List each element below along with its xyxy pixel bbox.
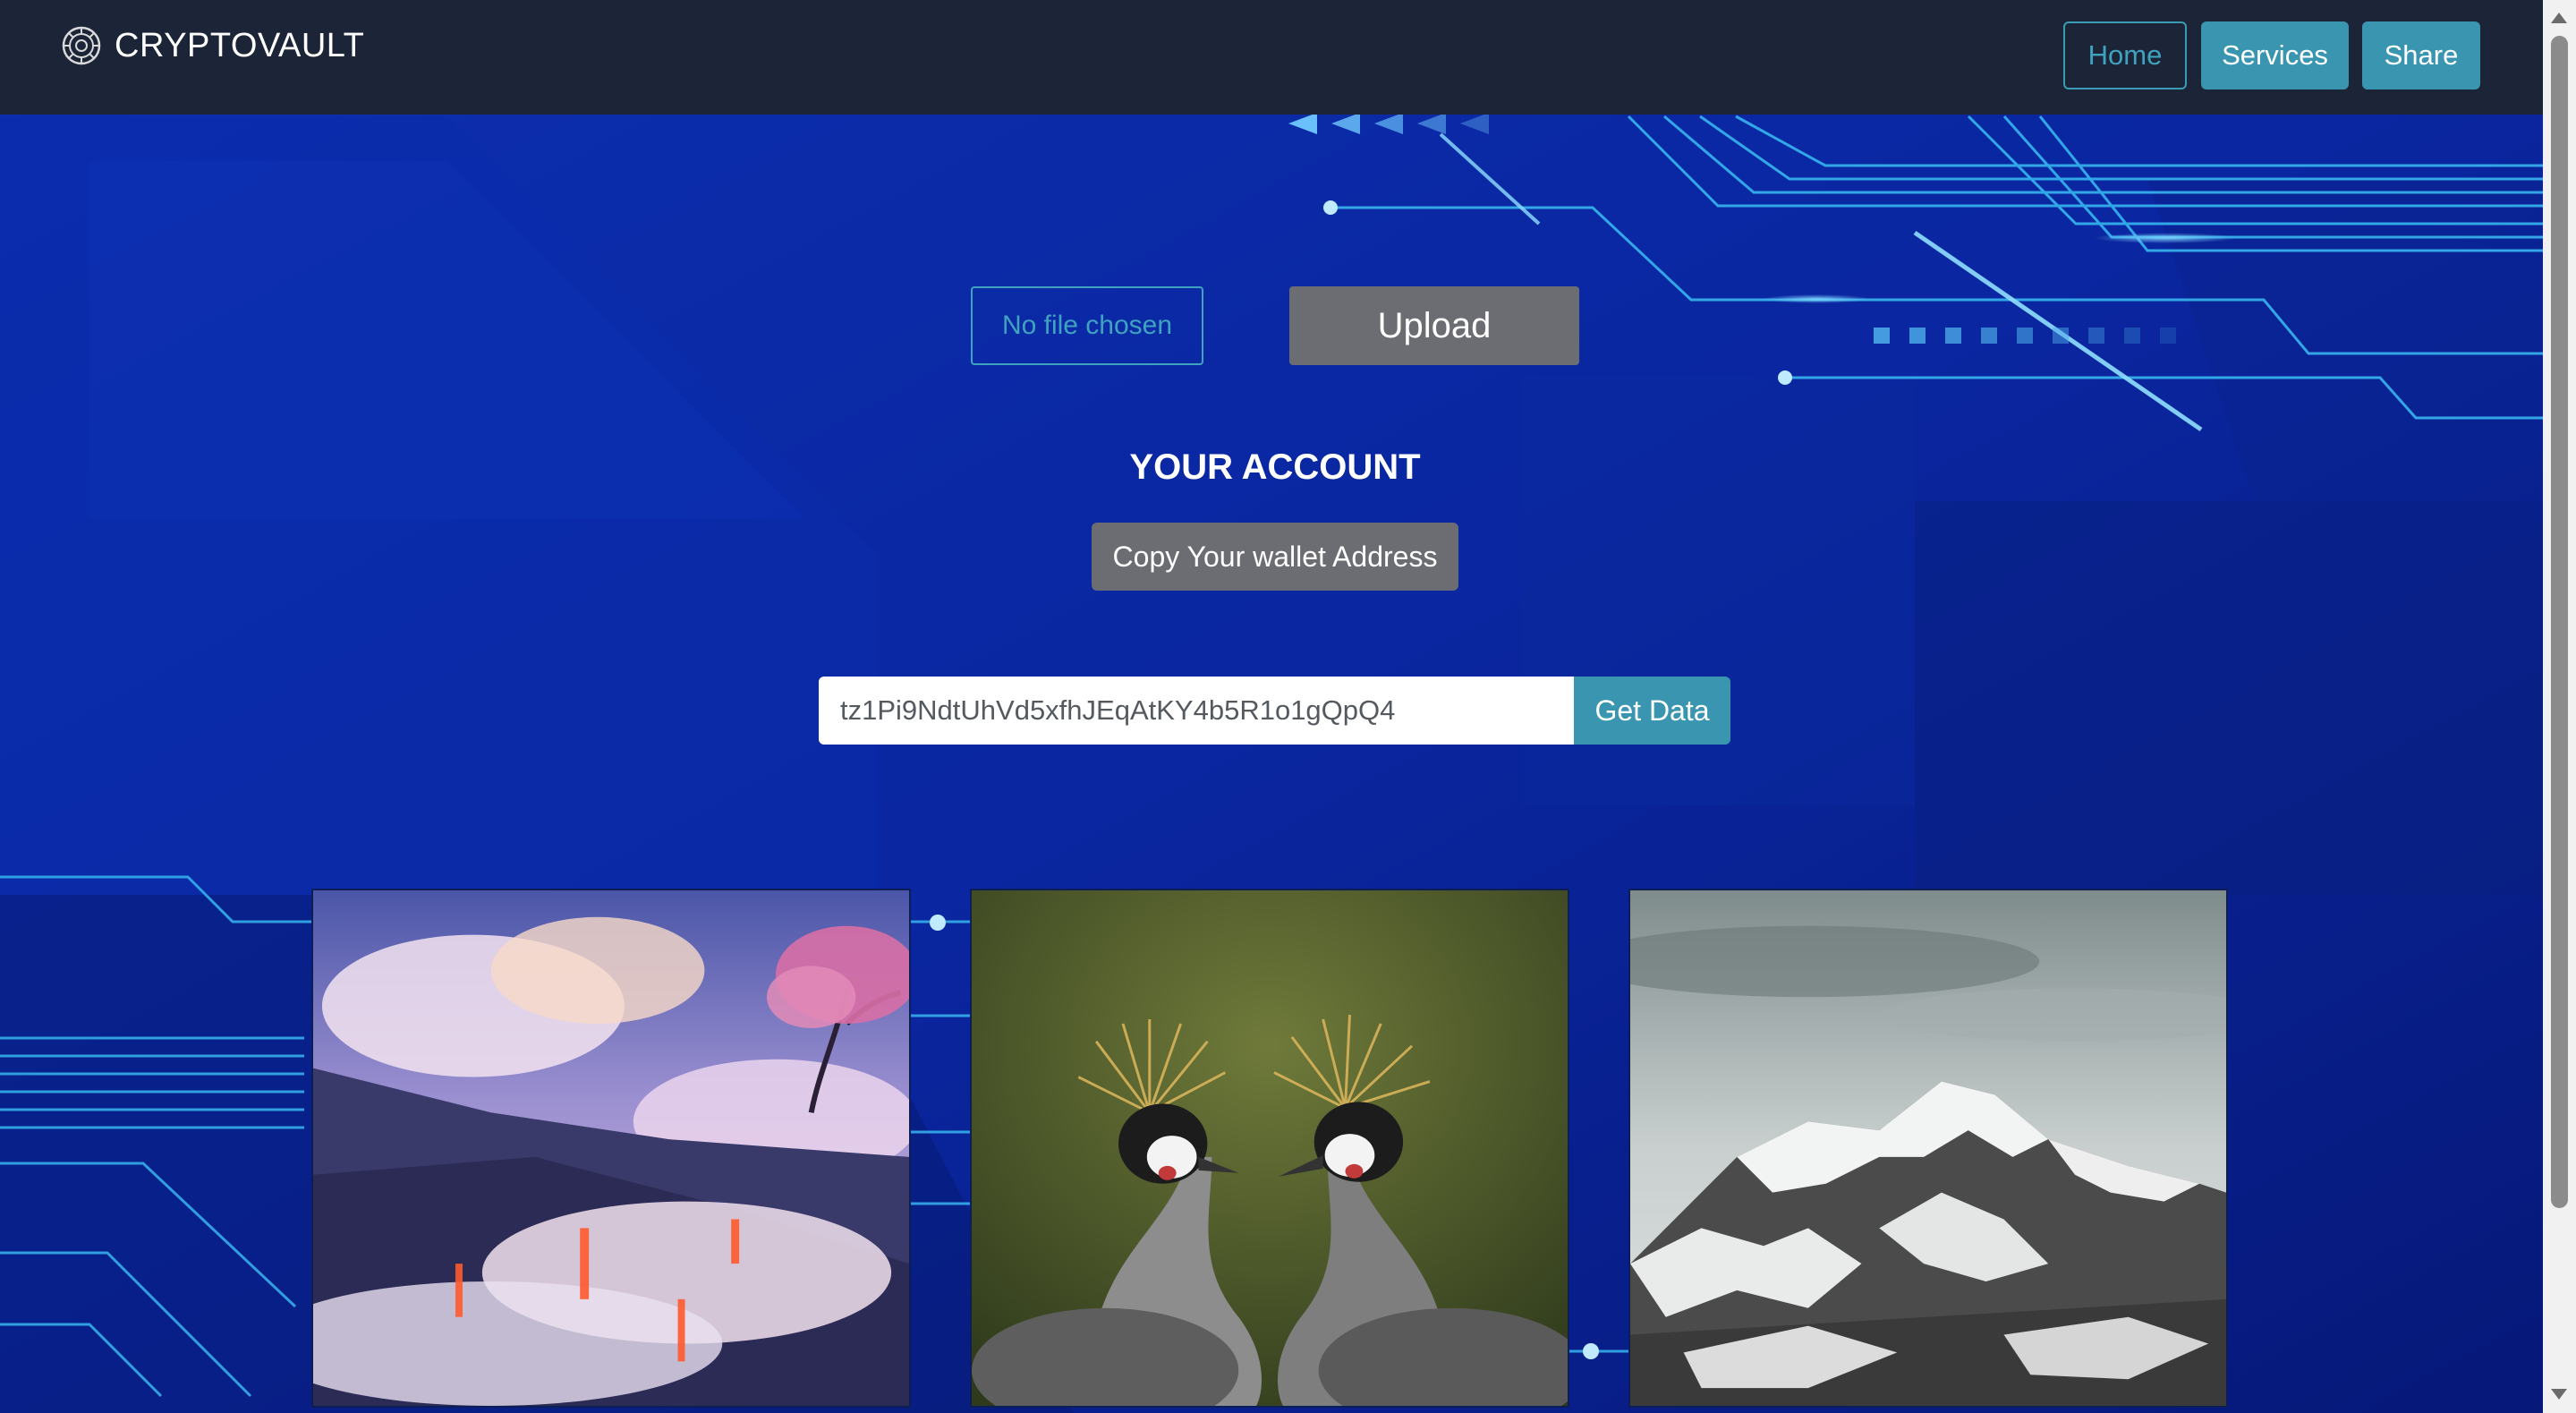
- nav-home-button[interactable]: Home: [2063, 21, 2187, 89]
- crowned-cranes-art: [972, 890, 1568, 1406]
- crowned-cranes-image[interactable]: [970, 889, 1569, 1408]
- copy-wallet-address-button[interactable]: Copy Your wallet Address: [1092, 523, 1458, 591]
- nav-share-button[interactable]: Share: [2362, 21, 2480, 89]
- snowy-mountain-art: [1630, 890, 2226, 1406]
- page: CRYPTOVAULT Home Services Share No file …: [0, 0, 2576, 1413]
- brand[interactable]: CRYPTOVAULT: [61, 25, 364, 66]
- snowy-mountain-image[interactable]: [1628, 889, 2228, 1408]
- brand-name: CRYPTOVAULT: [115, 26, 365, 64]
- file-chooser-input[interactable]: No file chosen: [971, 286, 1203, 365]
- page-scrollbar[interactable]: [2543, 0, 2576, 1413]
- scroll-down-icon[interactable]: [2551, 1389, 2567, 1400]
- get-data-button[interactable]: Get Data: [1574, 677, 1730, 745]
- scrollbar-thumb[interactable]: [2551, 36, 2568, 1208]
- vault-logo-icon: [62, 26, 101, 65]
- account-heading: YOUR ACCOUNT: [1129, 447, 1421, 487]
- wallet-address-input[interactable]: tz1Pi9NdtUhVd5xfhJEqAtKY4b5R1o1gQpQ4: [819, 677, 1575, 745]
- volcanic-landscape-image[interactable]: [311, 889, 911, 1408]
- nav-services-button[interactable]: Services: [2201, 21, 2349, 89]
- upload-button[interactable]: Upload: [1289, 286, 1579, 365]
- navbar: CRYPTOVAULT Home Services Share: [0, 0, 2543, 115]
- volcanic-landscape-art: [313, 890, 909, 1406]
- scroll-up-icon[interactable]: [2551, 13, 2567, 23]
